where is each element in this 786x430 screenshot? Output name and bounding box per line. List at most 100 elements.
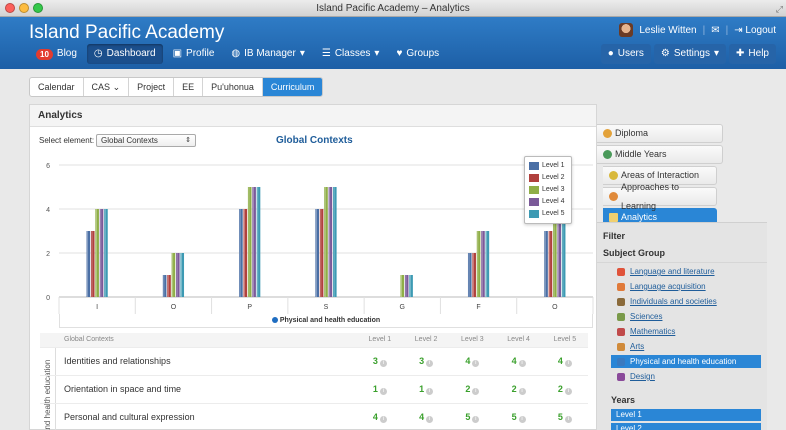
select-element-label: Select element:	[39, 136, 95, 145]
legend-label: Level 1	[542, 162, 565, 169]
subject-filter-item[interactable]: Arts	[617, 340, 761, 353]
programme-diploma[interactable]: Diploma	[597, 124, 723, 143]
tab-ee[interactable]: EE	[174, 78, 204, 96]
score-value: 3	[372, 355, 378, 366]
year-filter-item[interactable]: Level 1	[611, 409, 761, 421]
bar-highlight	[468, 253, 470, 297]
bar-highlight	[100, 209, 102, 297]
score-cell: 5i	[541, 402, 588, 430]
programme-middle-years[interactable]: Middle Years	[597, 145, 723, 164]
subject-filter-item[interactable]: Language acquisition	[617, 280, 761, 293]
nav-help-label: Help	[748, 48, 769, 59]
info-icon[interactable]: i	[472, 359, 480, 367]
nav-ib-manager-label: IB Manager	[244, 48, 296, 59]
info-icon[interactable]: i	[518, 415, 526, 423]
info-icon[interactable]: i	[518, 387, 526, 395]
info-icon[interactable]: i	[472, 415, 480, 423]
score-value: 4	[465, 355, 471, 366]
nav-help[interactable]: ✚ Help	[729, 44, 776, 64]
info-icon[interactable]: i	[518, 359, 526, 367]
info-icon[interactable]: i	[426, 387, 434, 395]
year-filter-item[interactable]: Level 2	[611, 423, 761, 430]
legend-item[interactable]: Level 5	[529, 208, 567, 220]
window-minimize-button[interactable]	[19, 3, 29, 13]
bar-highlight	[486, 231, 488, 297]
select-element-dropdown[interactable]: Global Contexts ⇕	[96, 134, 196, 147]
bar-highlight	[409, 275, 411, 297]
user-name[interactable]: Leslie Witten	[639, 25, 696, 36]
row-label: Personal and cultural expression	[40, 402, 357, 430]
info-icon[interactable]: i	[379, 415, 387, 423]
nav-ib-manager[interactable]: ◍ IB Manager ▾	[224, 44, 311, 64]
nav-profile[interactable]: ▣ Profile	[166, 44, 222, 64]
nav-groups[interactable]: ♥ Groups	[389, 44, 446, 64]
logout-link[interactable]: ⇥ Logout	[734, 25, 776, 36]
info-icon[interactable]: i	[564, 415, 572, 423]
info-icon[interactable]: i	[379, 359, 387, 367]
info-icon[interactable]: i	[472, 387, 480, 395]
subject-filter-item[interactable]: Physical and health education	[611, 355, 761, 368]
bar-highlight	[91, 231, 93, 297]
legend-item[interactable]: Level 1	[529, 160, 567, 172]
bar	[324, 187, 328, 297]
info-icon[interactable]: i	[426, 359, 434, 367]
table-header: Level 3	[449, 333, 496, 347]
analytics-panel: Analytics Select element: Global Context…	[29, 104, 597, 430]
logout-icon: ⇥	[734, 24, 743, 36]
bar	[104, 209, 108, 297]
avatar[interactable]	[619, 23, 634, 37]
table-row: Identities and relationships 3 i 3 i 4 i 4 i 4 i	[40, 346, 588, 375]
window-close-button[interactable]	[5, 3, 15, 13]
legend-label: Level 3	[542, 186, 565, 193]
tab-calendar[interactable]: Calendar	[30, 78, 84, 96]
score-cell: 4i	[402, 402, 450, 430]
subject-filter-item[interactable]: Individuals and societies	[617, 295, 761, 308]
subject-filter-item[interactable]: Mathematics	[617, 325, 761, 338]
table-header-row: Global Contexts Level 1 Level 2 Level 3 …	[40, 333, 588, 347]
subject-filter-label: Individuals and societies	[630, 297, 717, 306]
info-icon[interactable]: i	[564, 387, 572, 395]
info-icon[interactable]: i	[426, 415, 434, 423]
programme-approaches-to-learning[interactable]: Approaches to Learning	[603, 182, 717, 211]
tab-project[interactable]: Project	[129, 78, 175, 96]
legend-item[interactable]: Level 3	[529, 184, 567, 196]
info-icon[interactable]: i	[564, 359, 572, 367]
tab-puuhonua[interactable]: Pu'uhonua	[203, 78, 263, 96]
bar	[544, 231, 548, 297]
nav-blog[interactable]: 10 Blog	[29, 44, 84, 64]
nav-profile-label: Profile	[186, 48, 215, 59]
y-tick-label: 4	[46, 207, 50, 214]
fullscreen-icon[interactable]: ⤢	[776, 1, 783, 18]
dashboard-icon: ◷	[93, 48, 103, 59]
brand-title[interactable]: Island Pacific Academy	[29, 22, 224, 44]
window-maximize-button[interactable]	[33, 3, 43, 13]
bar	[243, 209, 248, 297]
mail-icon[interactable]: ✉	[711, 25, 719, 36]
info-icon[interactable]: i	[379, 387, 387, 395]
tab-curriculum[interactable]: Curriculum	[262, 78, 323, 96]
subject-filter-item[interactable]: Sciences	[617, 310, 761, 323]
legend-item[interactable]: Level 4	[529, 196, 567, 208]
table-row: Orientation in space and time 1 i 1 i 2 i 2 i 2 i	[40, 374, 588, 403]
analytics-icon	[609, 213, 618, 222]
nav-classes[interactable]: ☰ Classes ▾	[315, 44, 387, 64]
chart-x-footer: Physical and health education	[59, 314, 593, 328]
legend-item[interactable]: Level 2	[529, 172, 567, 184]
subject-icon	[617, 297, 625, 306]
subject-filter-label: Sciences	[630, 312, 663, 321]
subject-filter-item[interactable]: Design	[617, 370, 761, 383]
nav-users[interactable]: ● Users	[600, 44, 651, 64]
score-cell: 1i	[356, 374, 403, 403]
nav-settings[interactable]: ⚙ Settings ▾	[653, 44, 727, 64]
bar-highlight	[401, 275, 402, 297]
bar-highlight	[181, 253, 182, 297]
x-tick-label: O	[552, 304, 558, 311]
score-value: 5	[511, 411, 517, 422]
nav-dashboard[interactable]: ◷ Dashboard	[86, 44, 163, 64]
bar-highlight	[549, 231, 551, 297]
user-box: Leslie Witten | ✉ | ⇥ Logout	[619, 23, 776, 37]
chart-legend: Level 1 Level 2 Level 3 Level 4 Level 5	[524, 156, 572, 224]
tab-cas[interactable]: CAS ⌄	[84, 78, 130, 96]
score-cell: 2i	[541, 374, 588, 403]
subject-filter-item[interactable]: Language and literature	[617, 265, 761, 278]
